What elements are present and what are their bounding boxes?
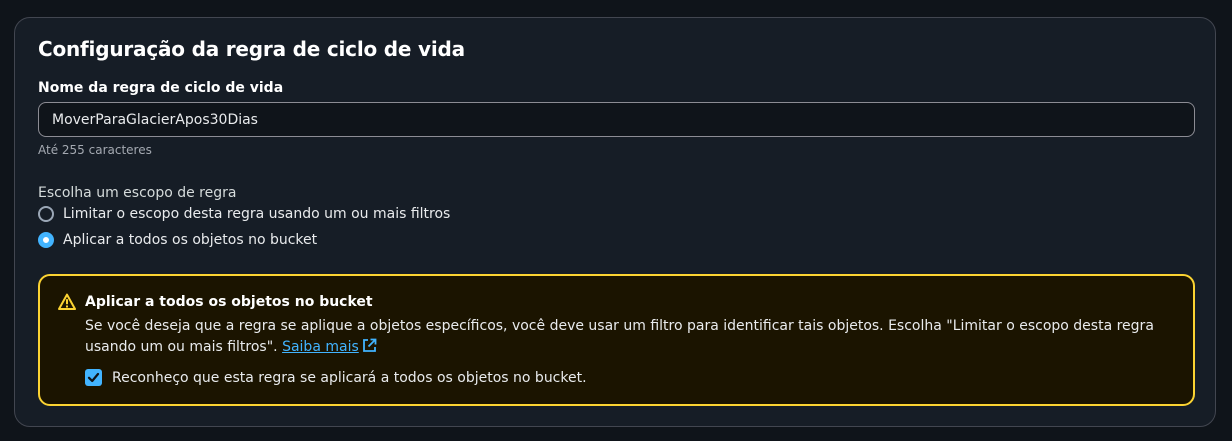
warning-body-text: Se você deseja que a regra se aplique a … <box>85 318 1154 355</box>
external-link-icon[interactable] <box>362 338 377 360</box>
acknowledge-checkbox-row[interactable]: Reconheço que esta regra se aplicará a t… <box>85 369 587 386</box>
acknowledge-checkbox[interactable] <box>85 369 102 386</box>
rule-name-input[interactable] <box>38 102 1195 137</box>
acknowledge-label: Reconheço que esta regra se aplicará a t… <box>112 369 587 386</box>
warning-icon <box>58 293 76 311</box>
rule-name-hint: Até 255 caracteres <box>38 143 152 157</box>
lifecycle-rule-config-panel: Configuração da regra de ciclo de vida N… <box>14 17 1216 427</box>
radio-checked[interactable] <box>38 232 54 248</box>
learn-more-link-label: Saiba mais <box>282 339 359 355</box>
panel-title: Configuração da regra de ciclo de vida <box>38 37 465 61</box>
scope-option-all-objects[interactable]: Aplicar a todos os objetos no bucket <box>38 232 317 248</box>
warning-alert: Aplicar a todos os objetos no bucket Se … <box>38 274 1195 406</box>
scope-option-filters-label: Limitar o escopo desta regra usando um o… <box>63 206 451 222</box>
rule-name-label: Nome da regra de ciclo de vida <box>38 80 284 96</box>
learn-more-link[interactable]: Saiba mais <box>282 339 359 355</box>
scope-label: Escolha um escopo de regra <box>38 185 237 201</box>
checkmark-icon <box>87 372 100 383</box>
scope-option-all-objects-label: Aplicar a todos os objetos no bucket <box>63 232 318 248</box>
radio-unchecked[interactable] <box>38 206 54 222</box>
warning-title: Aplicar a todos os objetos no bucket <box>85 294 373 310</box>
warning-body: Se você deseja que a regra se aplique a … <box>85 316 1165 360</box>
scope-option-filters[interactable]: Limitar o escopo desta regra usando um o… <box>38 206 450 222</box>
